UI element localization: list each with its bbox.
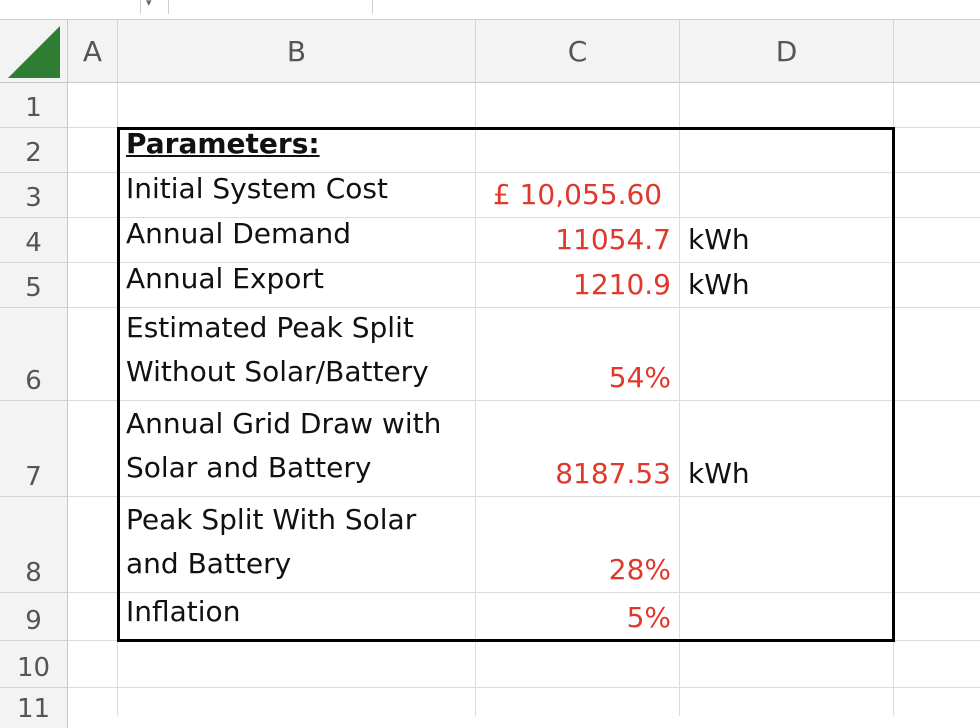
cell-d5[interactable]: kWh xyxy=(680,263,894,308)
cell-b7[interactable]: Annual Grid Draw with Solar and Battery xyxy=(118,401,476,497)
cell-e7[interactable] xyxy=(894,401,980,497)
cell-e11[interactable] xyxy=(894,688,980,716)
cell-a10[interactable] xyxy=(68,641,118,688)
cell-d10[interactable] xyxy=(680,641,894,688)
peak-split-with-value: 28% xyxy=(608,553,671,586)
peak-split-with-label-line2: and Battery xyxy=(126,547,292,580)
cell-b5[interactable]: Annual Export xyxy=(118,262,476,308)
cell-b8[interactable]: Peak Split With Solar and Battery xyxy=(118,497,476,593)
cell-e2[interactable] xyxy=(894,128,980,173)
row-header-11[interactable]: 11 xyxy=(0,688,68,728)
cell-e8[interactable] xyxy=(894,497,980,593)
column-header-b[interactable]: B xyxy=(118,20,476,83)
cell-a9[interactable] xyxy=(68,593,118,641)
formula-bar-divider xyxy=(372,0,373,14)
annual-grid-draw-label-line2: Solar and Battery xyxy=(126,451,372,484)
inflation-value: 5% xyxy=(626,601,671,634)
cell-d4[interactable]: kWh xyxy=(680,218,894,263)
row-header-7[interactable]: 7 xyxy=(0,401,68,497)
chevron-down-icon[interactable]: ▾ xyxy=(146,0,152,9)
inflation-label: Inflation xyxy=(126,595,241,628)
parameters-heading: Parameters: xyxy=(126,127,320,160)
row-header-10[interactable]: 10 xyxy=(0,641,68,688)
cell-a4[interactable] xyxy=(68,218,118,263)
cell-a2[interactable] xyxy=(68,128,118,173)
annual-demand-unit: kWh xyxy=(688,223,750,256)
cell-b9[interactable]: Inflation xyxy=(118,593,476,641)
annual-demand-value: 11054.7 xyxy=(555,223,671,256)
cell-c5[interactable]: 1210.9 xyxy=(476,263,680,308)
annual-demand-label: Annual Demand xyxy=(126,217,351,250)
cell-e3[interactable] xyxy=(894,173,980,218)
initial-system-cost-value: £ 10,055.60 xyxy=(492,178,663,211)
peak-split-without-value: 54% xyxy=(608,361,671,394)
cell-d7[interactable]: kWh xyxy=(680,401,894,497)
row-header-4[interactable]: 4 xyxy=(0,218,68,263)
cell-c6[interactable]: 54% xyxy=(476,308,680,401)
cell-a11[interactable] xyxy=(68,688,118,716)
cell-e10[interactable] xyxy=(894,641,980,688)
cell-a8[interactable] xyxy=(68,497,118,593)
cell-d3[interactable] xyxy=(680,173,894,218)
cell-c2[interactable] xyxy=(476,128,680,173)
column-header-c[interactable]: C xyxy=(476,20,680,83)
cell-d1[interactable] xyxy=(680,83,894,128)
cell-c1[interactable] xyxy=(476,83,680,128)
cell-c11[interactable] xyxy=(476,688,680,716)
row-header-3[interactable]: 3 xyxy=(0,173,68,218)
peak-split-without-label-line1: Estimated Peak Split xyxy=(126,311,414,344)
peak-split-with-label-line1: Peak Split With Solar xyxy=(126,503,417,536)
cell-c7[interactable]: 8187.53 xyxy=(476,401,680,497)
row-header-9[interactable]: 9 xyxy=(0,593,68,641)
select-all-triangle-icon xyxy=(8,26,60,78)
annual-grid-draw-unit: kWh xyxy=(688,457,750,490)
cell-d2[interactable] xyxy=(680,128,894,173)
cell-d8[interactable] xyxy=(680,497,894,593)
cell-a6[interactable] xyxy=(68,308,118,401)
cell-a1[interactable] xyxy=(68,83,118,128)
cell-e1[interactable] xyxy=(894,83,980,128)
annual-export-value: 1210.9 xyxy=(573,268,671,301)
cell-a7[interactable] xyxy=(68,401,118,497)
formula-bar-divider xyxy=(140,0,141,14)
cell-b6[interactable]: Estimated Peak Split Without Solar/Batte… xyxy=(118,308,476,401)
annual-export-label: Annual Export xyxy=(126,262,324,295)
column-header-a[interactable]: A xyxy=(68,20,118,83)
row-header-2[interactable]: 2 xyxy=(0,128,68,173)
cell-e4[interactable] xyxy=(894,218,980,263)
formula-bar-divider xyxy=(168,0,169,14)
cell-c8[interactable]: 28% xyxy=(476,497,680,593)
cell-d9[interactable] xyxy=(680,593,894,641)
cell-b11[interactable] xyxy=(118,688,476,716)
cell-e9[interactable] xyxy=(894,593,980,641)
cell-d6[interactable] xyxy=(680,308,894,401)
annual-export-unit: kWh xyxy=(688,268,750,301)
cell-e5[interactable] xyxy=(894,263,980,308)
column-header-e[interactable] xyxy=(894,20,980,83)
cell-b10[interactable] xyxy=(118,641,476,688)
cell-a3[interactable] xyxy=(68,173,118,218)
cell-d11[interactable] xyxy=(680,688,894,716)
row-header-6[interactable]: 6 xyxy=(0,308,68,401)
annual-grid-draw-label-line1: Annual Grid Draw with xyxy=(126,407,442,440)
row-header-1[interactable]: 1 xyxy=(0,83,68,128)
cell-c4[interactable]: 11054.7 xyxy=(476,218,680,263)
initial-system-cost-label: Initial System Cost xyxy=(126,172,388,205)
row-header-5[interactable]: 5 xyxy=(0,263,68,308)
cell-a5[interactable] xyxy=(68,263,118,308)
cell-c10[interactable] xyxy=(476,641,680,688)
select-all-corner[interactable] xyxy=(0,20,68,83)
annual-grid-draw-value: 8187.53 xyxy=(555,457,671,490)
column-header-d[interactable]: D xyxy=(680,20,894,83)
cell-c3[interactable]: £ 10,055.60 xyxy=(476,173,680,218)
row-header-8[interactable]: 8 xyxy=(0,497,68,593)
cell-e6[interactable] xyxy=(894,308,980,401)
peak-split-without-label-line2: Without Solar/Battery xyxy=(126,355,429,388)
cell-c9[interactable]: 5% xyxy=(476,593,680,641)
